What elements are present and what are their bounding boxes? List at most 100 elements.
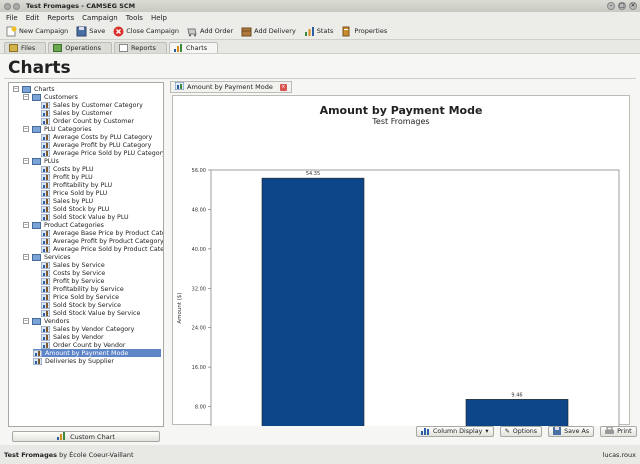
menu-edit[interactable]: Edit bbox=[26, 14, 40, 22]
tree-item[interactable]: Deliveries by Supplier bbox=[32, 357, 114, 365]
tree-item[interactable]: Profit by PLU bbox=[40, 173, 93, 181]
tree-item[interactable]: Average Base Price by Product Cate... bbox=[40, 229, 163, 237]
divider bbox=[4, 78, 636, 79]
tree-item-label: Profitability by Service bbox=[53, 285, 124, 293]
print-button[interactable]: Print bbox=[600, 426, 637, 437]
status-bar: Test Fromages by École Coeur-Vaillant lu… bbox=[0, 445, 640, 464]
close-campaign-button[interactable]: Close Campaign bbox=[113, 26, 179, 37]
collapse-icon[interactable]: − bbox=[23, 94, 29, 100]
menu-reports[interactable]: Reports bbox=[47, 14, 74, 22]
tree-item[interactable]: Profitability by Service bbox=[40, 285, 124, 293]
y-tick-label: 32.00 bbox=[192, 286, 206, 292]
stats-icon bbox=[304, 26, 315, 37]
chart-item-icon bbox=[40, 277, 51, 285]
tree-root-charts[interactable]: − Charts bbox=[13, 85, 55, 93]
status-campaign: Test Fromages by École Coeur-Vaillant bbox=[4, 450, 134, 459]
tree-item[interactable]: Sold Stock Value by PLU bbox=[40, 213, 129, 221]
tree-group[interactable]: − PLU Categories bbox=[23, 125, 92, 133]
add-order-button[interactable]: Add Order bbox=[187, 26, 233, 37]
new-campaign-button[interactable]: New Campaign bbox=[6, 26, 68, 37]
chart-item-icon bbox=[40, 293, 51, 301]
tree-group[interactable]: − Vendors bbox=[23, 317, 69, 325]
folder-icon bbox=[32, 157, 41, 165]
tree-item[interactable]: Costs by Service bbox=[40, 269, 105, 277]
tree-item[interactable]: Average Profit by PLU Category bbox=[40, 141, 152, 149]
properties-button[interactable]: Properties bbox=[341, 26, 387, 37]
collapse-icon[interactable]: − bbox=[23, 158, 29, 164]
tree-item[interactable]: Sales by Vendor bbox=[40, 333, 104, 341]
tree-item-label: Charts bbox=[34, 85, 55, 93]
chart-item-icon bbox=[40, 189, 51, 197]
collapse-icon[interactable]: − bbox=[23, 318, 29, 324]
maximize-icon[interactable]: □ bbox=[618, 2, 626, 10]
tree-group[interactable]: − Services bbox=[23, 253, 71, 261]
save-button[interactable]: Save bbox=[76, 26, 105, 37]
tree-item-label: Profit by PLU bbox=[53, 173, 93, 181]
tree-item-label: Deliveries by Supplier bbox=[45, 357, 114, 365]
close-window-icon[interactable]: × bbox=[629, 2, 637, 10]
tree-item[interactable]: Average Profit by Product Category bbox=[40, 237, 163, 245]
tree-item[interactable]: Sales by Vendor Category bbox=[40, 325, 134, 333]
tree-item-label: Vendors bbox=[44, 317, 70, 325]
tab-charts[interactable]: Charts bbox=[168, 42, 219, 53]
tree-item-label: Sales by Service bbox=[53, 261, 105, 269]
add-order-icon bbox=[187, 26, 198, 37]
chart-item-icon bbox=[32, 349, 43, 357]
menu-tools[interactable]: Tools bbox=[126, 14, 143, 22]
tree-item[interactable]: Sold Stock by PLU bbox=[40, 205, 109, 213]
close-icon[interactable]: × bbox=[279, 83, 287, 91]
tab-reports[interactable]: Reports bbox=[114, 42, 167, 53]
add-delivery-button[interactable]: Add Delivery bbox=[241, 26, 296, 37]
collapse-icon[interactable]: − bbox=[23, 126, 29, 132]
save-as-button[interactable]: Save As bbox=[548, 426, 595, 437]
tree-group[interactable]: − Customers bbox=[23, 93, 78, 101]
tree-item[interactable]: Average Price Sold by Product Categ... bbox=[40, 245, 164, 253]
tree-group[interactable]: − Product Categories bbox=[23, 221, 104, 229]
tree-item[interactable]: Profit by Service bbox=[40, 277, 104, 285]
chart-item-icon bbox=[40, 149, 51, 157]
tree-item[interactable]: Sold Stock by Service bbox=[40, 301, 121, 309]
tree-group[interactable]: − PLUs bbox=[23, 157, 59, 165]
window-menu-icon[interactable] bbox=[4, 2, 11, 10]
tree-item[interactable]: Average Price Sold by PLU Category bbox=[40, 149, 163, 157]
tree-item[interactable]: Sales by Customer bbox=[40, 109, 112, 117]
tree-item[interactable]: Sales by Customer Category bbox=[40, 101, 143, 109]
options-button[interactable]: ✎ Options bbox=[499, 426, 543, 437]
tab-operations[interactable]: Operations bbox=[48, 42, 112, 53]
chart-tree[interactable]: − Charts − Customers Sales by Customer Categ… bbox=[8, 82, 164, 427]
menu-campaign[interactable]: Campaign bbox=[82, 14, 118, 22]
menu-file[interactable]: File bbox=[6, 14, 18, 22]
tree-item[interactable]: Sales by PLU bbox=[40, 197, 93, 205]
minimize-icon[interactable]: – bbox=[607, 2, 615, 10]
tree-item-label: Average Profit by PLU Category bbox=[53, 141, 152, 149]
collapse-icon[interactable]: − bbox=[23, 254, 29, 260]
add-delivery-icon bbox=[241, 26, 252, 37]
page-title: Charts bbox=[8, 58, 71, 78]
tab-files[interactable]: Files bbox=[4, 42, 47, 53]
bar bbox=[261, 177, 365, 426]
tree-item-label: Average Price Sold by Product Categ... bbox=[53, 245, 164, 253]
options-icon: ✎ bbox=[504, 428, 510, 435]
tree-item[interactable]: Average Costs by PLU Category bbox=[40, 133, 152, 141]
tree-item[interactable]: Price Sold by Service bbox=[40, 293, 119, 301]
tree-item[interactable]: Amount by Payment Mode bbox=[32, 349, 161, 357]
tree-item[interactable]: Order Count by Customer bbox=[40, 117, 134, 125]
stats-button[interactable]: Stats bbox=[304, 26, 333, 37]
collapse-icon[interactable]: − bbox=[13, 86, 19, 92]
tree-item[interactable]: Sold Stock Value by Service bbox=[40, 309, 140, 317]
properties-icon bbox=[341, 26, 352, 37]
custom-chart-button[interactable]: Custom Chart bbox=[12, 431, 160, 442]
tree-item[interactable]: Order Count by Vendor bbox=[40, 341, 125, 349]
tree-item[interactable]: Price Sold by PLU bbox=[40, 189, 107, 197]
close-campaign-icon bbox=[113, 26, 124, 37]
window-pin-icon[interactable] bbox=[13, 2, 20, 10]
tree-item[interactable]: Costs by PLU bbox=[40, 165, 94, 173]
collapse-icon[interactable]: − bbox=[23, 222, 29, 228]
chart-document-tab[interactable]: Amount by Payment Mode × bbox=[170, 81, 292, 93]
menu-help[interactable]: Help bbox=[151, 14, 167, 22]
tree-item[interactable]: Sales by Service bbox=[40, 261, 105, 269]
folder-icon bbox=[32, 253, 41, 261]
chart-tab-icon bbox=[174, 81, 185, 92]
column-display-button[interactable]: Column Display ▾ bbox=[416, 426, 494, 437]
tree-item[interactable]: Profitability by PLU bbox=[40, 181, 112, 189]
